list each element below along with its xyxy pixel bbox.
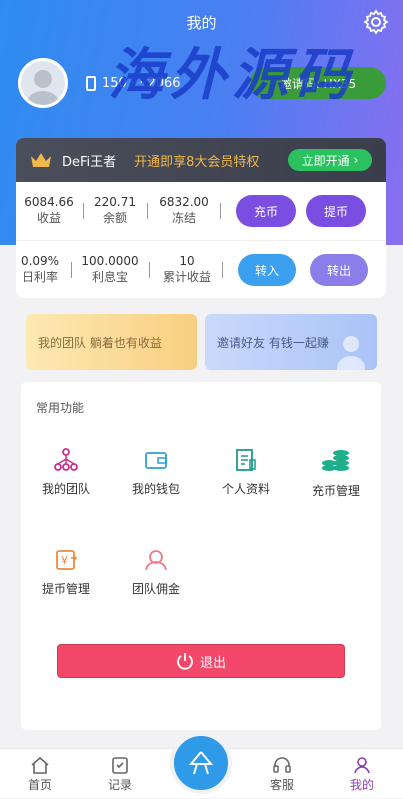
function-my-team[interactable]: 我的团队	[26, 448, 106, 497]
logout-button[interactable]: 退出	[57, 644, 345, 678]
frozen-label: 冻结	[171, 211, 196, 225]
vip-promo: 开通即享8大会员特权	[134, 154, 260, 170]
gear-icon[interactable]	[363, 9, 389, 35]
vip-bar: DeFi王者 开通即享8大会员特权 立即开通 ›	[16, 138, 386, 182]
function-label: 提币管理	[41, 582, 90, 596]
frozen-stat: 6832.00 冻结	[154, 194, 214, 226]
invite-banner[interactable]: 邀请好友 有钱一起赚	[205, 314, 377, 370]
income-stat: 6084.66 收益	[20, 194, 78, 226]
income-value: 6084.66	[24, 195, 74, 209]
balance-label: 余额	[102, 211, 127, 225]
daily-rate-stat: 0.09% 日利率	[20, 253, 60, 285]
balance-value: 220.71	[94, 195, 136, 209]
interest-treasure-label[interactable]: 利息宝	[80, 269, 140, 285]
interest-treasure-value: 100.0000	[81, 254, 139, 268]
avatar[interactable]	[18, 58, 68, 108]
common-functions-panel: 常用功能 我的团队 我的钱包 个人资料 充币管理 ¥ 提币管理 团队佣金 退出	[21, 382, 381, 730]
profile-icon	[236, 449, 256, 471]
assets-row: 6084.66 收益 220.71 余额 6832.00 冻结 充币 提币	[16, 182, 386, 240]
tab-home[interactable]: 首页	[0, 749, 80, 799]
people-icon	[337, 336, 365, 370]
commission-icon	[145, 550, 167, 571]
watermark: 海外源码	[108, 42, 356, 108]
team-banner[interactable]: 我的团队 躺着也有收益	[26, 314, 197, 370]
interest-treasure-stat: 100.0000 利息宝	[80, 253, 140, 285]
crown-icon	[31, 153, 51, 167]
function-profile[interactable]: 个人资料	[206, 448, 286, 497]
function-label: 充币管理	[311, 484, 360, 498]
function-label: 团队佣金	[131, 582, 180, 596]
tab-records[interactable]: 记录	[80, 749, 160, 799]
withdraw-button[interactable]: 提币	[306, 195, 366, 227]
income-label: 收益	[36, 211, 61, 225]
interest-row: 0.09% 日利率 100.0000 利息宝 10 累计收益 转入 转出	[16, 240, 386, 298]
team-banner-text: 我的团队 躺着也有收益	[38, 335, 162, 350]
function-team-commission[interactable]: 团队佣金	[116, 548, 196, 597]
chevron-right-icon: ›	[353, 153, 359, 167]
frozen-value: 6832.00	[159, 195, 209, 209]
invite-banner-text: 邀请好友 有钱一起赚	[217, 335, 329, 350]
wallet-icon	[145, 452, 167, 469]
open-vip-button[interactable]: 立即开通 ›	[288, 149, 372, 171]
divider	[71, 262, 72, 278]
coins-icon	[322, 450, 349, 471]
function-label: 我的团队	[41, 482, 90, 496]
logo-icon	[188, 751, 214, 775]
phone-icon	[86, 76, 96, 91]
tab-mine[interactable]: 我的	[322, 749, 402, 799]
center-action-button[interactable]	[170, 732, 232, 794]
team-icon	[54, 448, 78, 471]
recharge-button[interactable]: 充币	[236, 195, 296, 227]
balance-stat: 220.71 余额	[88, 194, 142, 226]
function-recharge-manage[interactable]: 充币管理	[296, 448, 376, 499]
tab-records-label: 记录	[107, 778, 132, 792]
divider	[147, 203, 148, 219]
functions-title: 常用功能	[36, 401, 85, 415]
headset-icon	[273, 757, 291, 773]
open-vip-label: 立即开通	[301, 153, 350, 168]
total-income-label: 累计收益	[162, 270, 211, 284]
transfer-in-button[interactable]: 转入	[238, 254, 296, 286]
power-icon	[177, 653, 193, 670]
function-label: 我的钱包	[131, 482, 180, 496]
divider	[222, 262, 223, 278]
assets-card: 6084.66 收益 220.71 余额 6832.00 冻结 充币 提币 0.…	[16, 182, 386, 298]
function-withdraw-manage[interactable]: ¥ 提币管理	[26, 548, 106, 597]
daily-rate-label: 日利率	[21, 270, 58, 284]
tab-service-label: 客服	[269, 778, 294, 792]
tab-service[interactable]: 客服	[242, 749, 322, 799]
logout-label: 退出	[199, 655, 226, 671]
transfer-out-button[interactable]: 转出	[310, 254, 368, 286]
user-icon	[354, 757, 370, 774]
vip-name: DeFi王者	[62, 154, 117, 170]
total-income-value: 10	[179, 254, 195, 268]
svg-text:¥: ¥	[61, 554, 68, 567]
total-income-stat: 10 累计收益	[158, 253, 216, 285]
divider	[149, 262, 150, 278]
function-label: 个人资料	[221, 482, 270, 496]
divider	[220, 203, 221, 219]
daily-rate-value: 0.09%	[20, 254, 60, 268]
function-my-wallet[interactable]: 我的钱包	[116, 448, 196, 497]
home-icon	[31, 756, 49, 774]
tab-home-label: 首页	[27, 778, 52, 792]
divider	[83, 203, 84, 219]
withdraw-icon: ¥	[56, 550, 78, 570]
records-icon	[112, 757, 128, 774]
tab-mine-label: 我的	[349, 778, 374, 792]
